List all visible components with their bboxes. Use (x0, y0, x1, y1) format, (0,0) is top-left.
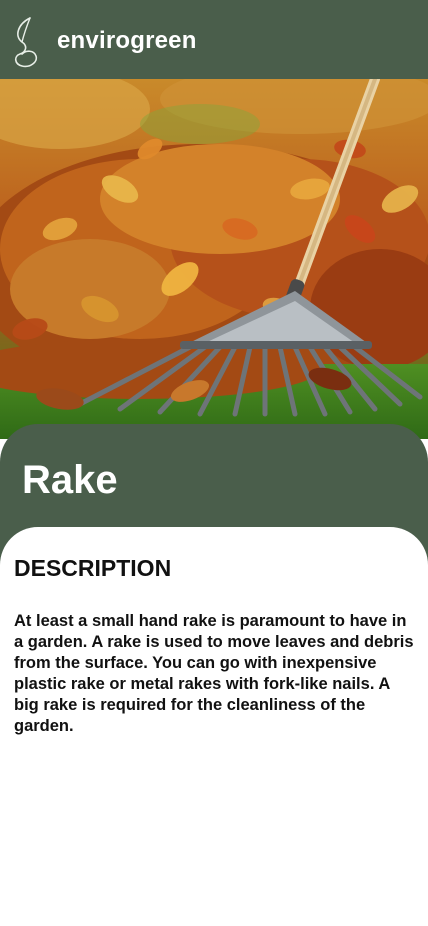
app-header: envirogreen (0, 0, 428, 79)
description-heading: DESCRIPTION (14, 555, 172, 581)
item-details-card: DESCRIPTION At least a small hand rake i… (0, 527, 428, 926)
hero-image (0, 79, 428, 439)
description-text: At least a small hand rake is paramount … (14, 612, 414, 735)
rake-on-autumn-leaves-photo (0, 79, 428, 439)
brand-name[interactable]: envirogreen (57, 27, 197, 55)
leaf-logo-icon[interactable] (12, 16, 42, 68)
item-title: Rake (22, 458, 118, 502)
